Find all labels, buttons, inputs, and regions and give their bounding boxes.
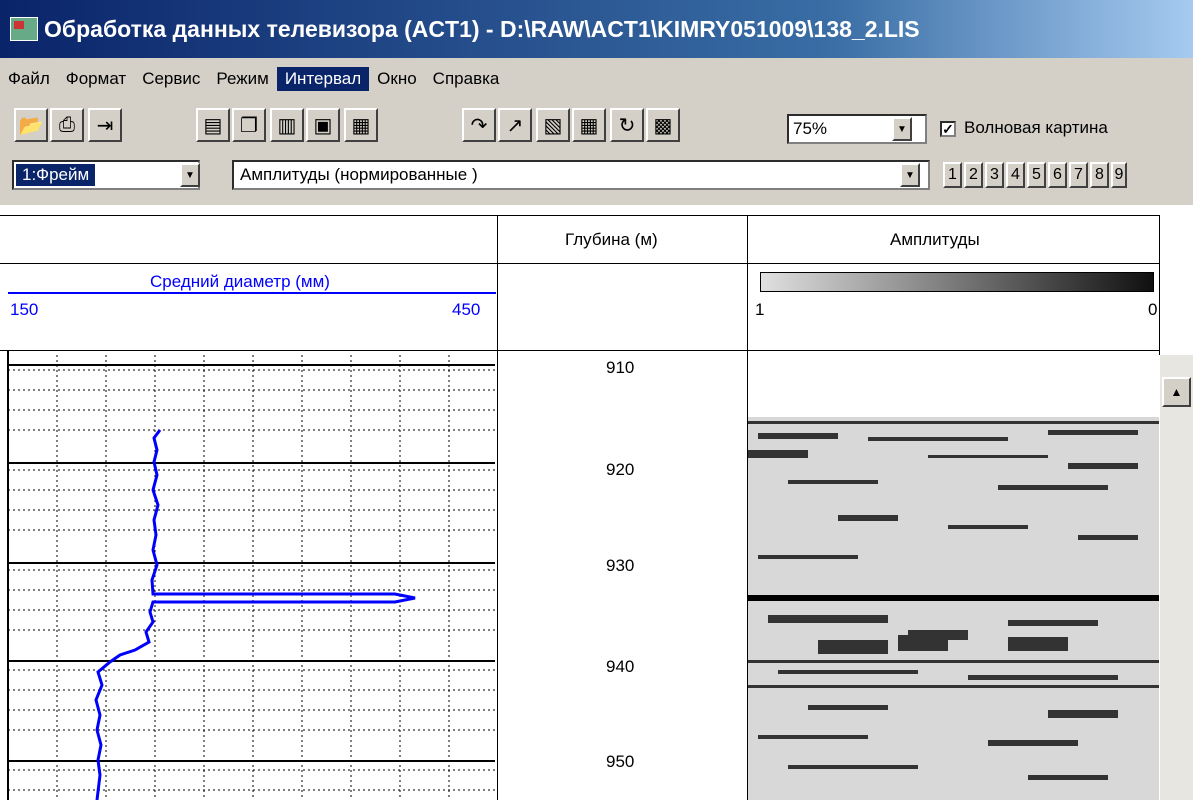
vertical-scrollbar[interactable]: ▲ [1160, 355, 1193, 800]
depth-label-920: 920 [606, 460, 635, 479]
trc-icon[interactable]: ▦ [344, 108, 378, 142]
import-icon[interactable]: ↷ [462, 108, 496, 142]
curve-name: Средний диаметр (мм) [150, 272, 330, 291]
header-top-line [0, 215, 1160, 216]
amplitude-dropdown-icon[interactable]: ▼ [900, 163, 920, 187]
menu-interval[interactable]: Интервал [276, 67, 370, 91]
header-mid-line [0, 263, 1160, 264]
amplitude-image [748, 417, 1159, 800]
table-icon[interactable]: ▦ [572, 108, 606, 142]
print-icon[interactable]: ⎙ [50, 108, 84, 142]
diameter-track [7, 350, 495, 800]
obj-icon[interactable]: ▣ [306, 108, 340, 142]
window-title: Обработка данных телевизора (ACT1) - D:\… [44, 15, 920, 42]
divider-1 [497, 215, 498, 800]
title-bar: Обработка данных телевизора (ACT1) - D:\… [0, 0, 1193, 58]
depth-label-950: 950 [606, 752, 635, 771]
page-button-5[interactable]: 5 [1027, 162, 1046, 188]
scale-min: 150 [10, 300, 39, 319]
depth-label-930: 930 [606, 556, 635, 575]
amp-scale-right: 0 [1148, 300, 1158, 319]
menu-window[interactable]: Окно [369, 67, 425, 91]
depth-header: Глубина (м) [565, 230, 658, 249]
scroll-up-icon[interactable]: ▲ [1162, 377, 1191, 407]
page-button-9[interactable]: 9 [1111, 162, 1127, 188]
calculator-icon[interactable]: ▩ [646, 108, 680, 142]
frame-select[interactable]: 1:Фрейм [12, 160, 200, 190]
edit-track-icon[interactable]: ▧ [536, 108, 570, 142]
menu-service[interactable]: Сервис [134, 67, 208, 91]
menu-help[interactable]: Справка [425, 67, 508, 91]
zoom-dropdown-icon[interactable]: ▼ [892, 117, 912, 141]
track-add-icon[interactable]: ▤ [196, 108, 230, 142]
page-button-3[interactable]: 3 [985, 162, 1004, 188]
page-button-4[interactable]: 4 [1006, 162, 1025, 188]
depth-label-940: 940 [606, 657, 635, 676]
menu-file[interactable]: Файл [0, 67, 58, 91]
divider-3 [1159, 215, 1160, 355]
page-button-8[interactable]: 8 [1090, 162, 1109, 188]
menu-mode[interactable]: Режим [208, 67, 276, 91]
amplitude-select[interactable]: Амплитуды (нормированные ) [232, 160, 930, 190]
wave-label: Волновая картина [964, 118, 1108, 137]
amp-scale-left: 1 [755, 300, 765, 319]
scale-max: 450 [452, 300, 481, 319]
refresh-icon[interactable]: ↻ [610, 108, 644, 142]
page-button-2[interactable]: 2 [964, 162, 983, 188]
page-button-6[interactable]: 6 [1048, 162, 1067, 188]
exit-icon[interactable]: ⇥ [88, 108, 122, 142]
frame-dropdown-icon[interactable]: ▼ [180, 163, 200, 187]
wave-checkbox[interactable]: ✓ [940, 121, 956, 137]
amplitude-gradient [760, 272, 1154, 292]
menu-bar: Файл Формат Сервис Режим Интервал Окно С… [0, 64, 1193, 94]
export-icon[interactable]: ↗ [498, 108, 532, 142]
open-folder-icon[interactable]: 📂 [14, 108, 48, 142]
track-copy-icon[interactable]: ❐ [232, 108, 266, 142]
curve-scale-line [8, 292, 496, 294]
menu-format[interactable]: Формат [58, 67, 134, 91]
app-icon[interactable] [10, 17, 38, 41]
page-button-7[interactable]: 7 [1069, 162, 1088, 188]
depth-label-910: 910 [606, 358, 635, 377]
amplitude-header: Амплитуды [890, 230, 980, 249]
page-button-1[interactable]: 1 [943, 162, 962, 188]
track-delete-icon[interactable]: ▥ [270, 108, 304, 142]
